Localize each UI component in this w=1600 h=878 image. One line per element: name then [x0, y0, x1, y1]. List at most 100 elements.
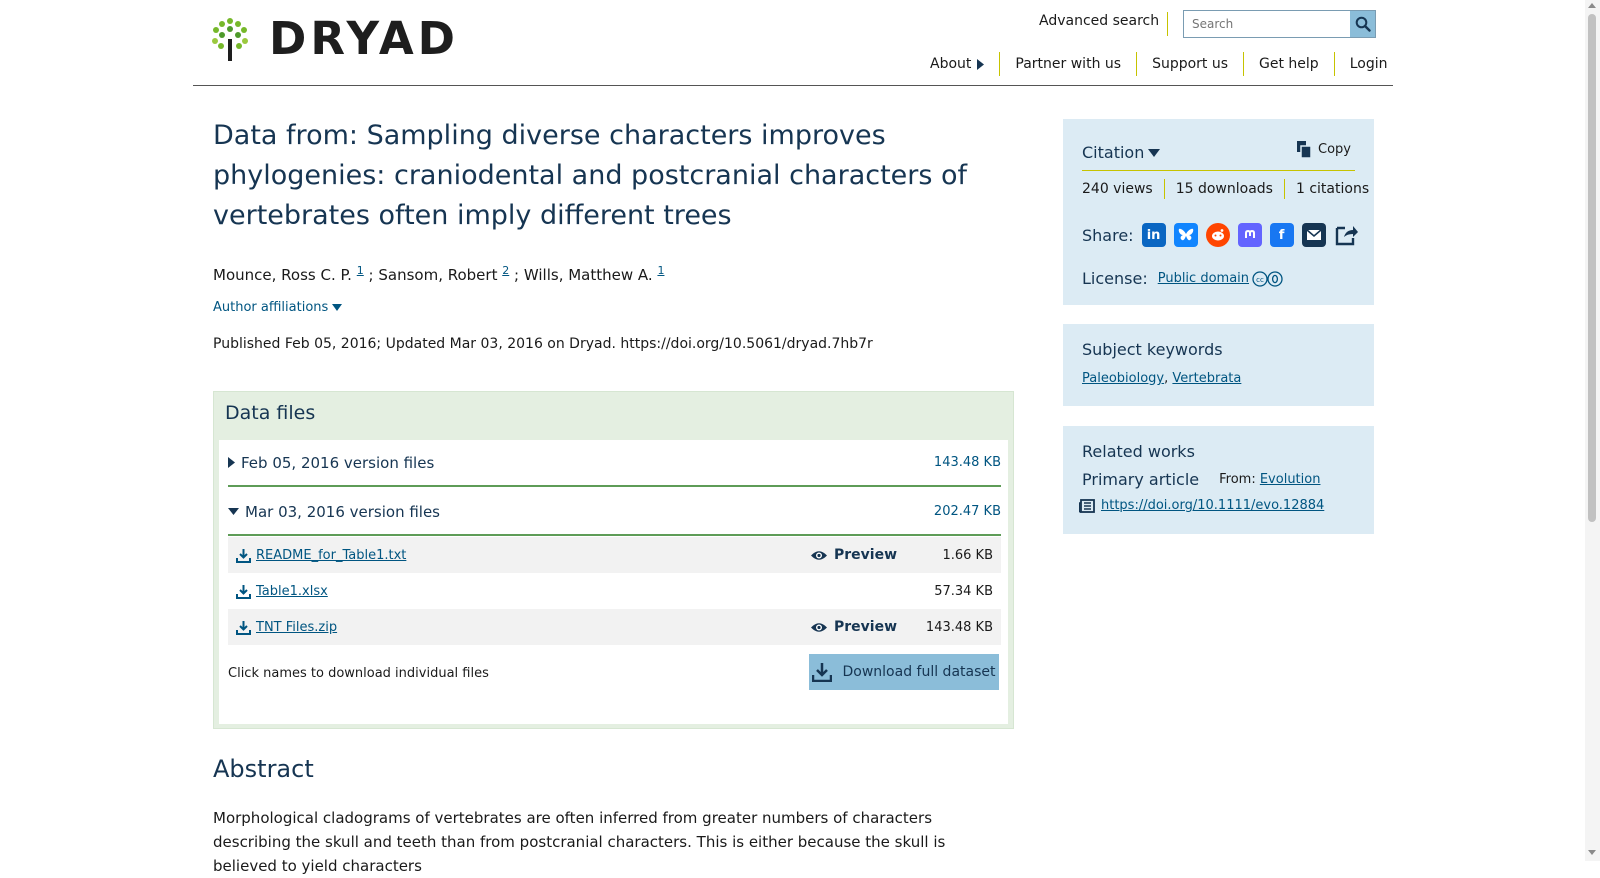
caret-down-icon	[332, 304, 343, 311]
file-row: TNT Files.zip Preview 143.48 KB	[228, 609, 1001, 645]
download-icon	[236, 548, 251, 563]
advanced-search-link[interactable]: Advanced search	[1039, 13, 1159, 29]
caret-down-icon	[228, 508, 239, 515]
related-doi: https://doi.org/10.1111/evo.12884	[1079, 498, 1324, 513]
keyword-link[interactable]: Vertebrata	[1172, 371, 1241, 386]
bluesky-icon[interactable]	[1173, 223, 1198, 247]
related-works-card: Related works Primary article From: Evol…	[1063, 426, 1374, 534]
author-affiliation-link[interactable]: 2	[502, 264, 509, 277]
citation-card: Citation Copy 240 views 15 downloads 1 c…	[1063, 119, 1374, 305]
download-full-label: Download full dataset	[842, 664, 996, 680]
eye-icon	[811, 622, 827, 632]
caret-down-icon	[1148, 148, 1161, 157]
file-row: README_for_Table1.txt Preview 1.66 KB	[228, 537, 1001, 573]
file-download-link[interactable]: README_for_Table1.txt	[236, 548, 406, 563]
author-affiliation-link[interactable]: 1	[357, 264, 364, 277]
nav-about[interactable]: About	[930, 56, 985, 72]
version-toggle[interactable]: Feb 05, 2016 version files	[228, 454, 434, 472]
file-download-link[interactable]: TNT Files.zip	[236, 620, 337, 635]
data-files-list: Feb 05, 2016 version files 143.48 KB Mar…	[219, 440, 1008, 724]
file-size: 1.66 KB	[942, 547, 993, 563]
license-link[interactable]: Public domain	[1158, 271, 1249, 286]
version-size: 202.47 KB	[933, 504, 1001, 519]
nav-label: About	[930, 56, 972, 72]
keyword-separator: ,	[1164, 371, 1169, 386]
download-full-dataset-button[interactable]: Download full dataset	[809, 654, 999, 690]
citations-count: 1 citations	[1295, 181, 1370, 197]
keyword-list: Paleobiology, Vertebrata	[1082, 371, 1241, 386]
metrics-divider	[1163, 179, 1165, 199]
version-row-expanded[interactable]: Mar 03, 2016 version files 202.47 KB	[228, 489, 1001, 536]
related-source: From: Evolution	[1219, 472, 1320, 487]
nav-login[interactable]: Login	[1350, 56, 1388, 72]
journal-link[interactable]: Evolution	[1260, 472, 1321, 487]
nav-partner[interactable]: Partner with us	[1015, 56, 1121, 72]
dryad-logo[interactable]: DRYAD	[211, 16, 459, 61]
share-row: Share: in f	[1082, 223, 1358, 247]
author-affiliations-toggle[interactable]: Author affiliations	[213, 300, 343, 315]
download-icon	[812, 663, 833, 682]
mastodon-icon[interactable]	[1237, 223, 1262, 247]
author-affiliation-link[interactable]: 1	[657, 264, 664, 277]
copy-citation-button[interactable]: Copy	[1297, 141, 1351, 158]
preview-label: Preview	[834, 619, 898, 635]
keywords-card: Subject keywords Paleobiology, Vertebrat…	[1063, 324, 1374, 406]
scroll-up-arrow[interactable]	[1588, 3, 1596, 8]
citation-toggle[interactable]: Citation	[1082, 143, 1161, 162]
eye-icon	[811, 550, 827, 560]
file-name: TNT Files.zip	[256, 619, 338, 635]
related-doi-link[interactable]: https://doi.org/10.1111/evo.12884	[1101, 498, 1324, 513]
version-label: Mar 03, 2016 version files	[245, 502, 440, 521]
svg-text:cc: cc	[1256, 276, 1264, 284]
scroll-thumb[interactable]	[1588, 14, 1596, 522]
author-list: Mounce, Ross C. P. 1 ; Sansom, Robert 2 …	[213, 262, 664, 284]
version-row-collapsed[interactable]: Feb 05, 2016 version files 143.48 KB	[228, 440, 1001, 487]
logo-wordmark: DRYAD	[269, 12, 460, 65]
author-separator: ;	[514, 266, 520, 284]
author-name: Sansom, Robert	[378, 266, 498, 284]
citation-title: Citation	[1082, 143, 1145, 162]
share-icon[interactable]	[1334, 223, 1358, 247]
version-toggle[interactable]: Mar 03, 2016 version files	[228, 503, 440, 521]
search-icon	[1355, 16, 1371, 32]
data-files-title: Data files	[225, 402, 316, 424]
preview-button[interactable]: Preview	[810, 619, 897, 635]
related-type: Primary article	[1082, 470, 1200, 489]
scroll-down-arrow[interactable]	[1588, 850, 1596, 855]
preview-label: Preview	[834, 547, 898, 563]
nav-divider	[1136, 52, 1138, 76]
copy-icon	[1297, 141, 1312, 158]
views-count: 240 views	[1082, 181, 1153, 197]
nav-help[interactable]: Get help	[1259, 56, 1319, 72]
email-icon[interactable]	[1301, 223, 1326, 247]
citation-header: Citation Copy	[1082, 131, 1355, 171]
search-form	[1183, 10, 1376, 38]
nav-support[interactable]: Support us	[1152, 56, 1228, 72]
linkedin-icon[interactable]: in	[1141, 223, 1166, 247]
author-name: Wills, Matthew A.	[523, 266, 653, 284]
page-scrollbar[interactable]	[1585, 0, 1600, 861]
file-download-link[interactable]: Table1.xlsx	[236, 584, 328, 599]
search-input[interactable]	[1184, 11, 1350, 37]
file-size: 57.34 KB	[934, 583, 993, 599]
keyword-link[interactable]: Paleobiology	[1082, 371, 1164, 386]
license-label: License:	[1082, 269, 1148, 288]
search-button[interactable]	[1350, 11, 1375, 37]
facebook-icon[interactable]: f	[1269, 223, 1294, 247]
keywords-title: Subject keywords	[1082, 340, 1223, 359]
preview-button[interactable]: Preview	[810, 547, 897, 563]
publication-info: Published Feb 05, 2016; Updated Mar 03, …	[213, 336, 873, 352]
file-row: Table1.xlsx 57.34 KB	[228, 573, 1001, 609]
share-label: Share:	[1082, 225, 1134, 245]
reddit-icon[interactable]	[1205, 223, 1230, 247]
abstract-text: Morphological cladograms of vertebrates …	[213, 809, 946, 875]
copy-label: Copy	[1318, 142, 1351, 157]
header-divider	[1167, 12, 1168, 36]
download-icon	[236, 584, 251, 599]
nav-divider	[1333, 52, 1335, 76]
related-works-title: Related works	[1082, 442, 1195, 461]
author-name: Mounce, Ross C. P.	[213, 266, 352, 284]
caret-right-icon	[977, 58, 985, 70]
main-nav: About Partner with us Support us Get hel…	[930, 52, 1387, 76]
from-label: From:	[1219, 472, 1256, 487]
